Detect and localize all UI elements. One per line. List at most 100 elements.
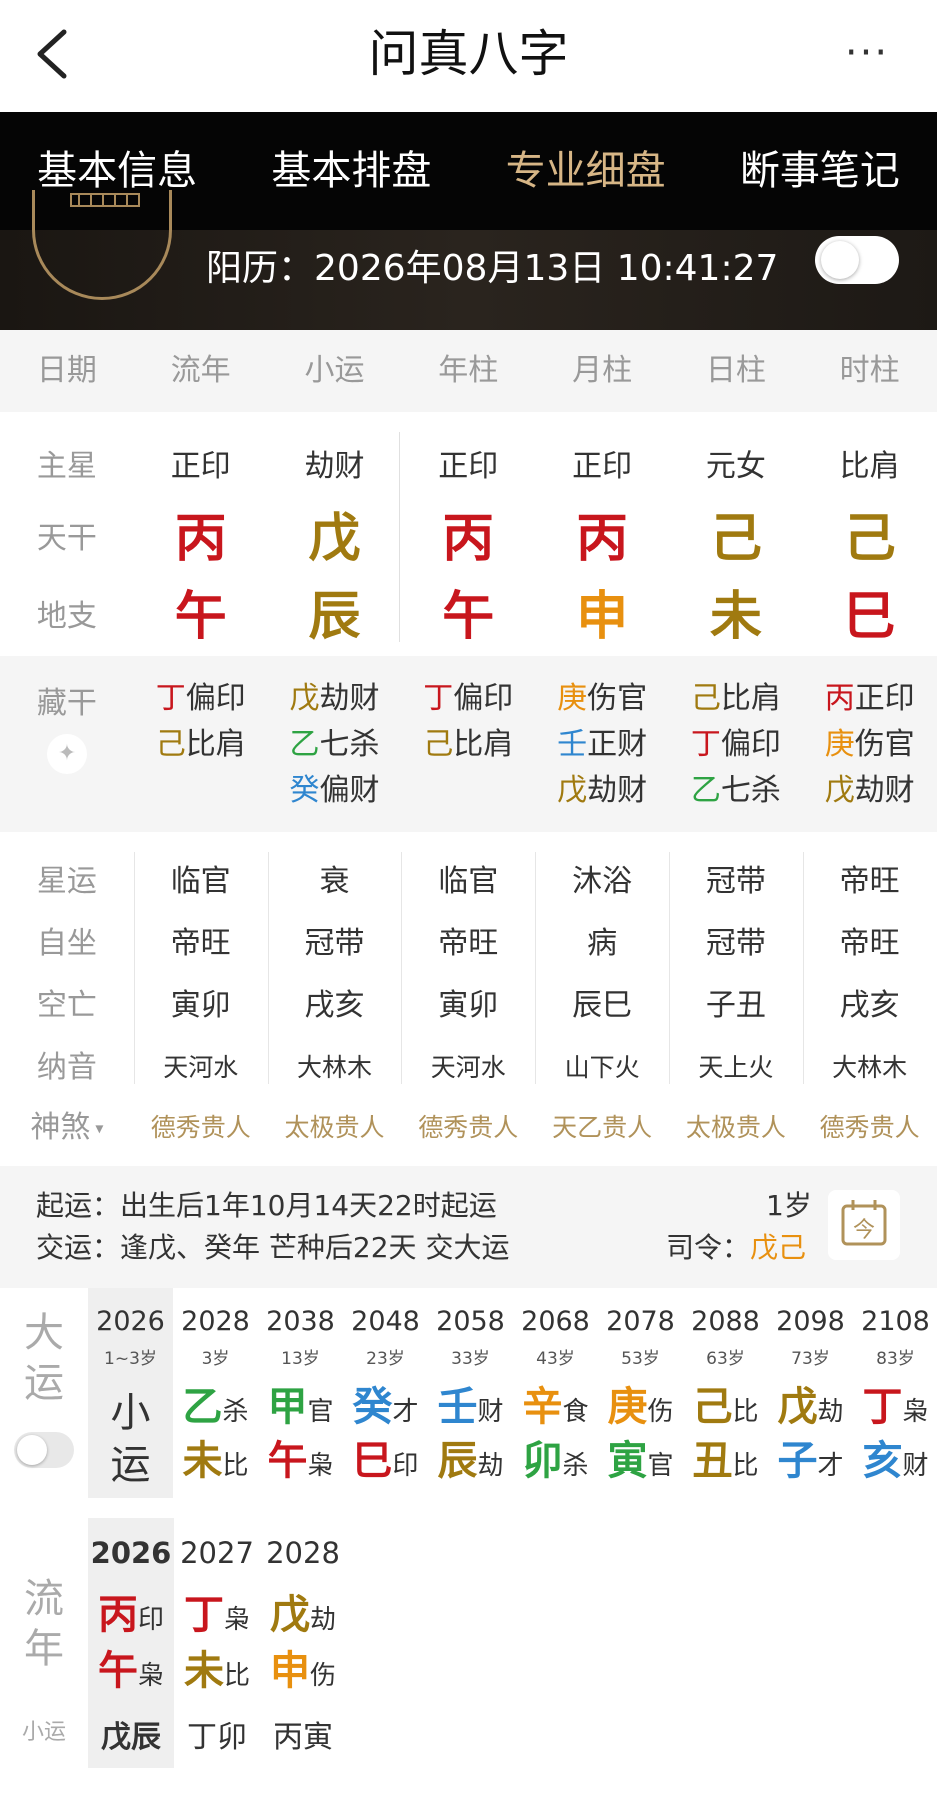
dayun-branch-char: 辰 — [437, 1438, 478, 1484]
calendar-icon: 今 — [841, 1200, 887, 1246]
dayun-column[interactable]: 2098 73岁 戊劫 子才 — [768, 1288, 853, 1498]
dayun-year: 2108 — [861, 1306, 930, 1337]
hidden-stem: 庚伤官 — [535, 676, 669, 722]
liunian-column[interactable]: 2027 丁枭 未比 丁卯 — [174, 1518, 260, 1768]
tab-2[interactable]: 基本排盘 — [234, 112, 468, 230]
dayun-branch: 未比 — [173, 1428, 258, 1486]
today-button[interactable]: 今 — [828, 1190, 900, 1260]
hidden-stem-deity: 偏印 — [453, 681, 514, 716]
row-label: 地支 — [36, 599, 97, 634]
liunian-stem-char: 戊 — [269, 1592, 310, 1638]
dayun-branch-char: 子 — [777, 1438, 818, 1484]
hidden-stem-char: 戊 — [824, 773, 855, 808]
shensha-value: 德秀贵人 — [418, 1113, 519, 1142]
hidden-stem-column: 己比肩 丁偏印 乙七杀 — [669, 676, 803, 814]
liunian-column[interactable]: 2026 丙印 午枭 戊辰 — [88, 1518, 174, 1768]
dayun-year: 2028 — [181, 1306, 250, 1337]
dayun-stem: 庚伤 — [598, 1374, 683, 1432]
logo — [32, 190, 172, 300]
liunian-branch: 申伤 — [260, 1638, 346, 1696]
hidden-stem-char: 丁 — [423, 681, 454, 716]
column-divider — [401, 852, 403, 1084]
liunian-xiaoyun: 丁卯 — [187, 1720, 247, 1755]
hidden-stem: 癸偏财 — [268, 768, 402, 814]
xingyun-value: 衰 — [319, 864, 350, 899]
dayun-column[interactable]: 2078 53岁 庚伤 寅官 — [598, 1288, 683, 1498]
dayun-stem: 甲官 — [258, 1374, 343, 1432]
more-options-icon[interactable]: ··· — [837, 28, 897, 78]
dayun-branch-deity: 劫 — [477, 1451, 504, 1481]
dayun-stem: 癸才 — [343, 1374, 428, 1432]
tab-3[interactable]: 专业细盘 — [469, 112, 703, 230]
liunian-year: 2028 — [266, 1536, 340, 1570]
xingyun-row: 星运 临官 衰 临官 沐浴 冠带 帝旺 — [0, 852, 937, 912]
hidden-stem: 己比肩 — [401, 722, 535, 768]
dayun-age: 43岁 — [536, 1349, 575, 1369]
hidden-stem-char: 戊 — [557, 773, 588, 808]
xingyun-value: 冠带 — [705, 864, 766, 899]
dayun-column[interactable]: 2108 83岁 丁枭 亥财 — [853, 1288, 937, 1498]
row-label: 天干 — [36, 521, 97, 556]
hidden-stem: 庚伤官 — [803, 722, 937, 768]
dayun-column[interactable]: 2068 43岁 辛食 卯杀 — [513, 1288, 598, 1498]
dayun-year: 2078 — [606, 1306, 675, 1337]
pillar-char: 午 — [442, 587, 495, 647]
liunian-year: 2026 — [90, 1536, 172, 1570]
pillar-char: 丙 — [442, 509, 495, 569]
hidden-stem: 己比肩 — [669, 676, 803, 722]
hidden-stem: 戊劫财 — [803, 768, 937, 814]
dayun-toggle[interactable] — [14, 1432, 74, 1468]
dayun-year: 2098 — [776, 1306, 845, 1337]
column-divider — [267, 852, 269, 1084]
dayun-stem-deity: 官 — [307, 1397, 334, 1427]
liunian-branch: 未比 — [174, 1638, 260, 1696]
hidden-stem-deity: 伤官 — [587, 681, 648, 716]
dayun-column[interactable]: 2028 3岁 乙杀 未比 — [173, 1288, 258, 1498]
hidden-stem: 己比肩 — [134, 722, 268, 768]
dayun-column[interactable]: 2088 63岁 己比 丑比 — [683, 1288, 768, 1498]
siling: 司令：戊己 — [666, 1226, 806, 1266]
xingyun-label: 星运 — [36, 864, 97, 899]
dayun-stem-char: 乙 — [182, 1384, 223, 1430]
dayun-year: 2026 — [96, 1306, 165, 1337]
zizuo-row: 自坐 帝旺 冠带 帝旺 病 冠带 帝旺 — [0, 914, 937, 974]
hidden-stems-label: 藏干 — [36, 686, 97, 721]
hidden-stem: 丁偏印 — [134, 676, 268, 722]
shensha-label[interactable]: 神煞 ▾ — [0, 1098, 134, 1158]
liunian-column[interactable]: 2028 戊劫 申伤 丙寅 — [260, 1518, 346, 1768]
hidden-stem: 戊劫财 — [535, 768, 669, 814]
solar-date-label: 阳历： — [206, 248, 315, 289]
liunian-label-1: 流 — [24, 1576, 64, 1622]
pillar-char: 申 — [576, 587, 629, 647]
dayun-column[interactable]: 2038 13岁 甲官 午枭 — [258, 1288, 343, 1498]
calendar-toggle[interactable] — [815, 236, 899, 284]
liunian-stem-char: 丁 — [183, 1592, 224, 1638]
liunian-stem-char: 丙 — [97, 1592, 138, 1638]
pin-icon[interactable]: ✦ — [47, 734, 87, 774]
liunian-stem-deity: 枭 — [223, 1605, 250, 1635]
dayun-branch: 子才 — [768, 1428, 853, 1486]
liunian-branch-deity: 枭 — [137, 1661, 164, 1691]
dayun-age: 73岁 — [791, 1349, 830, 1369]
qiyun-section: 起运：出生后1年10月14天22时起运 交运：逢戊、癸年 芒种后22天 交大运 … — [0, 1166, 937, 1288]
column-divider — [802, 852, 804, 1084]
liunian-branch-char: 申 — [269, 1648, 310, 1694]
toggle-knob — [17, 1435, 47, 1465]
column-header-1: 日期 — [36, 353, 97, 388]
pillar-char: 戊 — [308, 509, 361, 569]
main-star: 劫财 — [304, 449, 365, 484]
shensha-value: 太极贵人 — [685, 1113, 786, 1142]
pillar-char: 未 — [709, 587, 762, 647]
hidden-stem-char: 己 — [155, 727, 186, 762]
hidden-stem-column: 丁偏印己比肩 — [401, 676, 535, 768]
tab-4[interactable]: 断事笔记 — [703, 112, 937, 230]
pillar-char: 丙 — [576, 509, 629, 569]
dayun-stem: 乙杀 — [173, 1374, 258, 1432]
dayun-stem-char: 甲 — [267, 1384, 308, 1430]
dayun-stem-char: 庚 — [607, 1384, 648, 1430]
dayun-column-xiaoyun[interactable]: 2026 1~3岁 小 运 — [88, 1288, 173, 1498]
dayun-column[interactable]: 2048 23岁 癸才 巳印 — [343, 1288, 428, 1498]
column-header: 日期 流年 小运 年柱 月柱 日柱 时柱 — [0, 330, 937, 412]
pillar-char: 辰 — [308, 587, 361, 647]
dayun-column[interactable]: 2058 33岁 壬财 辰劫 — [428, 1288, 513, 1498]
